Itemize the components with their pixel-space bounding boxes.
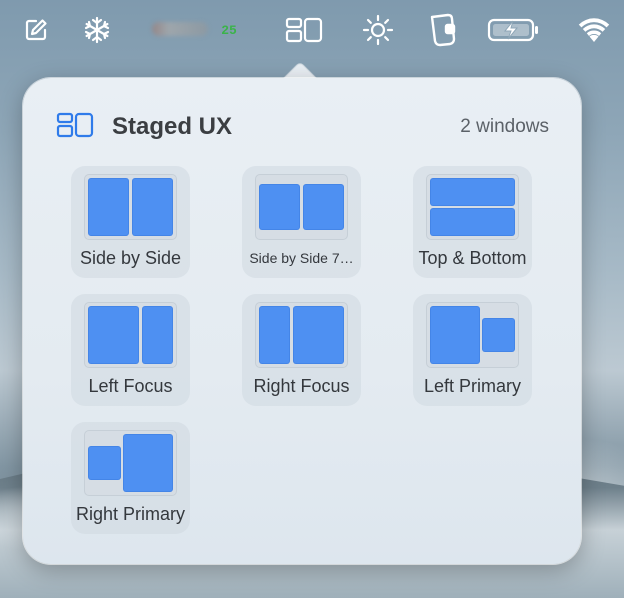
layout-side-by-side[interactable]: Side by Side xyxy=(71,166,190,278)
layout-label: Top & Bottom xyxy=(418,248,527,268)
layout-left-primary[interactable]: Left Primary xyxy=(413,294,532,406)
layout-right-primary[interactable]: Right Primary xyxy=(71,422,190,534)
popover-title: Staged UX xyxy=(112,113,233,140)
staged-ux-icon xyxy=(56,112,94,143)
layout-top-bottom[interactable]: Top & Bottom xyxy=(413,166,532,278)
brightness-icon[interactable] xyxy=(360,12,396,48)
stats-text: 25 xyxy=(221,22,237,38)
top-bottom-layout-icon xyxy=(426,174,519,240)
layout-side-by-side-7[interactable]: Side by Side 7… xyxy=(242,166,361,278)
phone-icon[interactable] xyxy=(426,12,460,48)
side-by-side-layout-icon xyxy=(84,174,177,240)
blurred-menu-item xyxy=(152,22,208,36)
window-count: 2 windows xyxy=(460,116,549,137)
layout-label: Side by Side xyxy=(79,248,182,268)
layout-right-focus[interactable]: Right Focus xyxy=(242,294,361,406)
menu-bar: 25 xyxy=(0,0,624,60)
compose-icon[interactable] xyxy=(20,12,52,48)
layout-label: Right Focus xyxy=(253,376,350,396)
left-primary-layout-icon xyxy=(426,302,519,368)
left-focus-layout-icon xyxy=(84,302,177,368)
layout-label: Left Primary xyxy=(423,376,522,396)
wifi-icon[interactable] xyxy=(576,12,612,48)
right-primary-layout-icon xyxy=(84,430,177,496)
staged-ux-menu-icon[interactable] xyxy=(284,12,324,48)
snowflake-icon[interactable] xyxy=(80,12,114,48)
stats-menu-item[interactable]: 25 xyxy=(214,12,244,48)
layout-label: Right Primary xyxy=(75,504,186,524)
popover-header: Staged UX 2 windows xyxy=(56,112,549,142)
layout-label: Left Focus xyxy=(88,376,173,396)
popover-caret xyxy=(280,58,320,80)
staged-ux-popover: Staged UX 2 windows Side by Side Side by… xyxy=(23,78,581,564)
battery-charging-icon[interactable] xyxy=(486,12,542,48)
side-by-side-75-layout-icon xyxy=(255,174,348,240)
layout-left-focus[interactable]: Left Focus xyxy=(71,294,190,406)
right-focus-layout-icon xyxy=(255,302,348,368)
layout-label: Side by Side 7… xyxy=(249,250,354,266)
